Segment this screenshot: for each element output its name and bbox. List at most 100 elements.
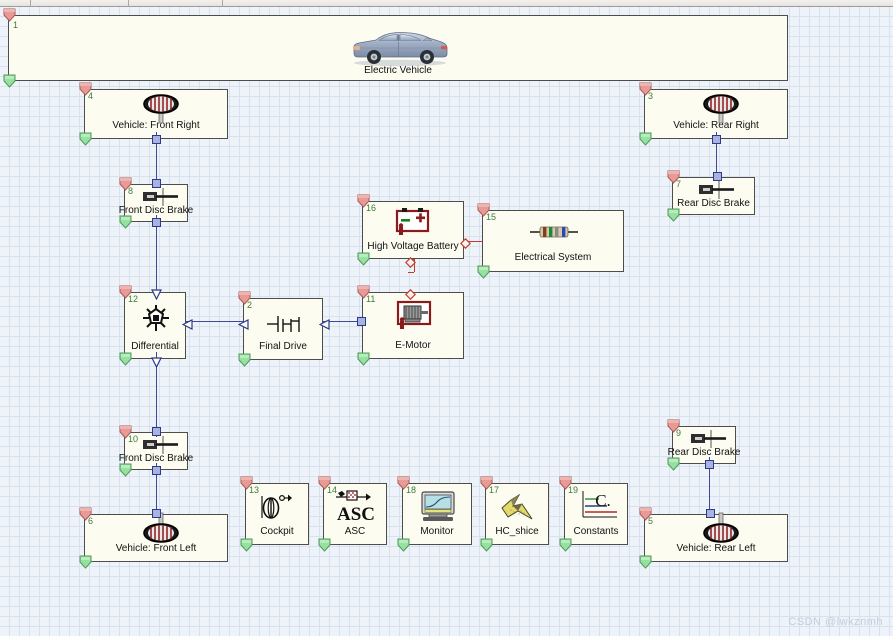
wire-diff-to-final-drive — [186, 321, 244, 322]
port-electrical[interactable] — [404, 255, 417, 269]
port-mechanical[interactable] — [152, 218, 161, 227]
block-number: 10 — [128, 434, 139, 444]
wheel-icon — [703, 94, 739, 128]
green-tag-icon — [2, 73, 17, 88]
model-canvas[interactable]: 1 Electric Vehicle 4 Vehicle: Front Righ… — [0, 7, 893, 636]
block-number: 14 — [327, 485, 338, 495]
port-mechanical[interactable] — [152, 179, 161, 188]
brake-icon — [139, 188, 181, 211]
green-tag-icon — [638, 131, 653, 146]
port-rotational[interactable] — [151, 355, 162, 369]
battery-icon — [395, 205, 431, 244]
block-number: 3 — [648, 91, 654, 101]
wire-front-right-to-diff — [156, 215, 157, 295]
port-mechanical[interactable] — [152, 427, 161, 436]
port-rotational[interactable] — [357, 317, 366, 326]
block-high-voltage-battery[interactable]: 16 High Voltage Battery — [357, 194, 472, 269]
cockpit-icon — [258, 492, 298, 527]
block-label: Constants — [573, 526, 619, 537]
port-mechanical[interactable] — [706, 509, 715, 518]
port-mechanical[interactable] — [713, 172, 722, 181]
block-number: 18 — [406, 485, 417, 495]
block-number: 19 — [568, 485, 579, 495]
port-mechanical[interactable] — [152, 135, 161, 144]
block-monitor[interactable]: 18 Monitor — [397, 476, 472, 552]
green-tag-icon — [476, 264, 491, 279]
block-differential[interactable]: 12 Differential — [119, 285, 193, 369]
green-tag-icon — [239, 537, 254, 552]
green-tag-icon — [396, 537, 411, 552]
green-tag-icon — [118, 214, 133, 229]
block-number: 6 — [88, 516, 94, 526]
port-rotational[interactable] — [181, 317, 193, 330]
block-electric-vehicle[interactable]: 1 Electric Vehicle — [3, 8, 788, 88]
block-number: 16 — [366, 203, 377, 213]
toolbar-separator — [128, 0, 129, 7]
block-number: 9 — [676, 428, 682, 438]
block-number: 17 — [489, 485, 500, 495]
block-number: 11 — [366, 294, 376, 304]
block-number: 5 — [648, 516, 654, 526]
block-hc-shice[interactable]: 17 HC_shice — [480, 476, 549, 552]
brake-icon — [139, 436, 181, 459]
block-label: E-Motor — [395, 340, 431, 351]
final-drive-icon — [265, 313, 303, 340]
block-number: 2 — [247, 300, 253, 310]
port-mechanical[interactable] — [705, 460, 714, 469]
brake-icon — [695, 181, 737, 204]
block-cockpit[interactable]: 13 Cockpit — [240, 476, 309, 552]
wire-battery-step-c — [408, 272, 414, 273]
car-icon — [348, 26, 452, 73]
green-tag-icon — [78, 554, 93, 569]
toolbar-separator — [222, 0, 223, 7]
block-rear-disc-brake-left[interactable]: 9 Rear Disc Brake — [667, 419, 740, 471]
port-rotational[interactable] — [318, 317, 330, 330]
block-number: 4 — [88, 91, 94, 101]
port-rotational[interactable] — [151, 287, 162, 301]
port-mechanical[interactable] — [152, 509, 161, 518]
block-number: 1 — [13, 20, 19, 30]
block-vehicle-rear-left[interactable]: 5 Vehicle: Rear Left — [639, 507, 788, 569]
resistor-icon — [530, 225, 578, 244]
green-tag-icon — [638, 554, 653, 569]
toolbar[interactable] — [0, 0, 893, 7]
green-tag-icon — [118, 351, 133, 366]
block-final-drive[interactable]: 2 Final Drive — [237, 291, 330, 367]
block-number: 7 — [676, 179, 682, 189]
port-electrical[interactable] — [459, 236, 472, 250]
block-label: Final Drive — [259, 341, 307, 352]
block-number: 13 — [249, 485, 260, 495]
block-number: 15 — [486, 212, 497, 222]
toolbar-separator — [30, 0, 31, 7]
monitor-icon — [420, 491, 456, 528]
brake-icon — [687, 430, 729, 453]
block-constants[interactable]: 19 C. Constants — [559, 476, 628, 552]
matlab-icon — [499, 493, 537, 528]
green-tag-icon — [666, 207, 681, 222]
green-tag-icon — [118, 462, 133, 477]
green-tag-icon — [558, 537, 573, 552]
block-e-motor[interactable]: 11 E-Motor — [357, 285, 464, 366]
block-rear-disc-brake-right[interactable]: 7 Rear Disc Brake — [667, 170, 755, 222]
green-tag-icon — [479, 537, 494, 552]
port-mechanical[interactable] — [712, 135, 721, 144]
block-label: Cockpit — [260, 526, 294, 537]
port-mechanical[interactable] — [152, 466, 161, 475]
port-electrical[interactable] — [404, 287, 417, 301]
block-electrical-system[interactable]: 15 Electrical System — [477, 203, 624, 279]
green-tag-icon — [356, 251, 371, 266]
svg-text:C.: C. — [595, 491, 611, 510]
wheel-icon — [143, 94, 179, 128]
simulation-model-window: 1 Electric Vehicle 4 Vehicle: Front Righ… — [0, 0, 893, 636]
block-asc[interactable]: 14 ASC ASC — [318, 476, 387, 552]
svg-text:ASC: ASC — [337, 504, 375, 523]
green-tag-icon — [666, 456, 681, 471]
constants-icon: C. — [577, 490, 619, 527]
asc-icon: ASC — [332, 489, 380, 528]
port-rotational[interactable] — [237, 317, 249, 330]
green-tag-icon — [237, 352, 252, 367]
watermark: CSDN @lwkznmh — [788, 616, 883, 628]
block-number: 12 — [128, 294, 139, 304]
block-vehicle-front-left[interactable]: 6 Vehicle: Front Left — [79, 507, 228, 569]
wheel-icon — [143, 511, 179, 549]
